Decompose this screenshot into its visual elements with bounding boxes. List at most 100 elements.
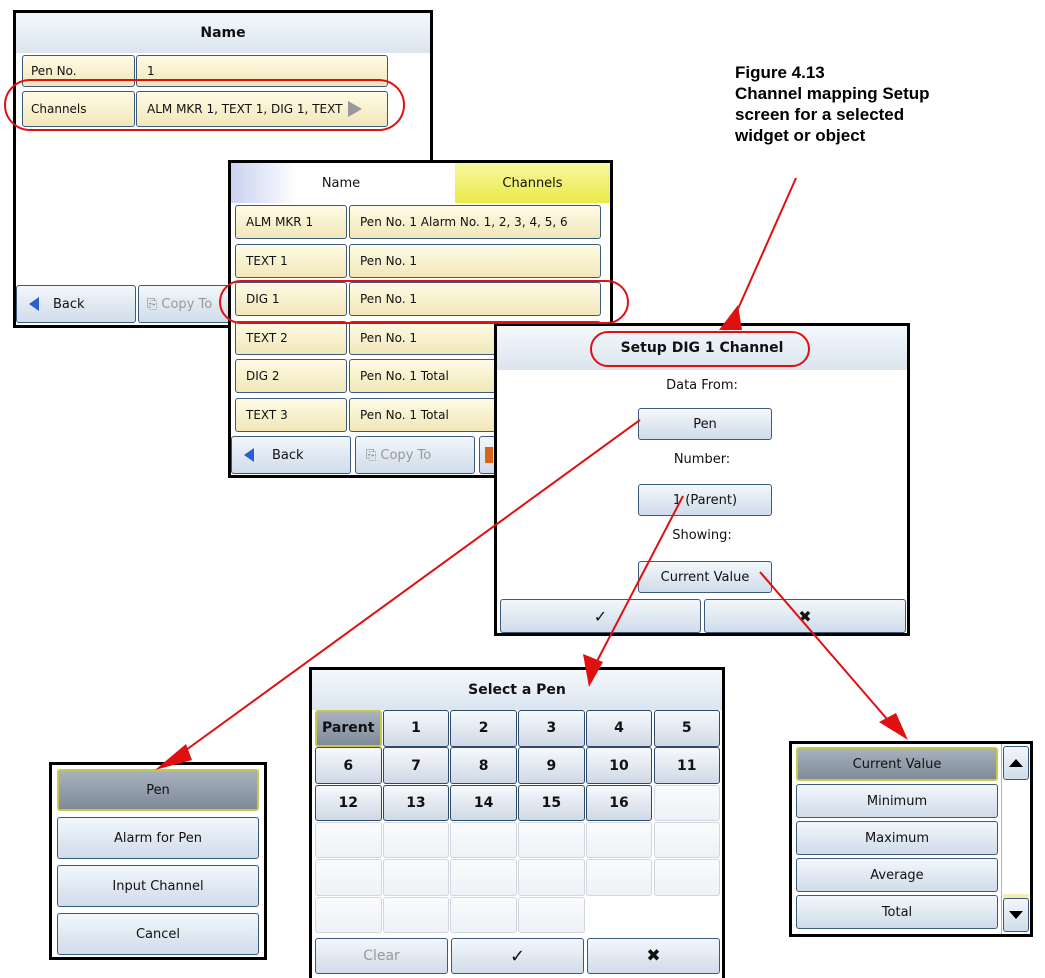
pen-key[interactable]: 13 <box>382 784 450 822</box>
pen-key[interactable]: 7 <box>382 747 450 784</box>
pen-key[interactable]: 5 <box>653 710 720 747</box>
source-option[interactable]: Alarm for Pen <box>57 817 259 859</box>
showing-option-label: Average <box>870 867 924 883</box>
source-option[interactable]: Input Channel <box>57 865 259 907</box>
pen-key[interactable]: 16 <box>585 784 653 822</box>
pen-key[interactable]: 9 <box>518 747 585 784</box>
pen-key[interactable]: 8 <box>450 747 517 784</box>
breadcrumb: Name Channels <box>231 163 610 203</box>
pen-key-label: 16 <box>609 794 629 811</box>
pen-key[interactable]: 2 <box>450 710 517 747</box>
channel-row-value-button[interactable]: Pen No. 1 <box>349 243 601 278</box>
channel-row-label: TEXT 2 <box>235 320 347 355</box>
pen-key-label: 9 <box>546 757 557 774</box>
pen-key[interactable]: 15 <box>518 784 585 822</box>
setup-ok-button[interactable]: ✓ <box>500 599 701 633</box>
pen-key[interactable]: 3 <box>518 710 585 747</box>
empty-key-slot <box>653 859 720 896</box>
pen-key-label: 3 <box>546 720 557 737</box>
channel-label-text: TEXT 2 <box>246 330 288 345</box>
pen-key[interactable]: 12 <box>315 784 382 822</box>
pen-key[interactable]: Parent <box>315 710 382 747</box>
highlight-dig1-row <box>219 280 629 324</box>
pen-cancel-button[interactable]: ✖ <box>587 938 720 974</box>
copy-to-label: Copy To <box>380 447 432 463</box>
data-from-button[interactable]: Pen <box>638 408 772 440</box>
showing-option[interactable]: Average <box>796 858 998 892</box>
showing-button[interactable]: Current Value <box>638 561 772 593</box>
channel-row-value-button[interactable]: Pen No. 1 Alarm No. 1, 2, 3, 4, 5, 6 <box>349 205 601 239</box>
showing-option-label: Maximum <box>864 830 930 846</box>
copy-icon: ⎘ <box>147 296 158 312</box>
checkmark-icon: ✓ <box>593 606 608 626</box>
breadcrumb-name[interactable]: Name <box>231 163 451 203</box>
channel-value-text: Pen No. 1 Total <box>360 369 449 383</box>
empty-key-slot <box>450 859 517 896</box>
arrow-up-icon <box>1009 759 1023 767</box>
breadcrumb-channels[interactable]: Channels <box>455 163 610 203</box>
breadcrumb-name-label: Name <box>321 175 361 191</box>
pen-key[interactable]: 11 <box>653 747 720 784</box>
pen-key-label: 8 <box>478 757 489 774</box>
caption-line-1: Figure 4.13 <box>735 63 825 82</box>
name-back-button[interactable]: Back <box>16 285 136 323</box>
showing-option[interactable]: Current Value <box>796 747 998 781</box>
showing-label: Showing: <box>672 528 732 543</box>
pen-key[interactable]: 10 <box>585 747 653 784</box>
pen-key[interactable]: 14 <box>450 784 517 822</box>
setup-cancel-button[interactable]: ✖ <box>704 599 906 633</box>
source-option[interactable]: Pen <box>57 769 259 811</box>
channel-label-text: TEXT 3 <box>246 407 288 422</box>
scroll-down-button[interactable] <box>1003 898 1029 932</box>
copy-to-label: Copy To <box>161 296 213 312</box>
channels-copy-to-button[interactable]: ⎘ Copy To <box>355 436 475 474</box>
number-button[interactable]: 1 (Parent) <box>638 484 772 516</box>
empty-key-slot <box>653 784 720 822</box>
breadcrumb-separator-icon <box>439 163 455 203</box>
pen-key[interactable]: 6 <box>315 747 382 784</box>
highlight-setup-title <box>590 331 810 367</box>
channel-row-label: TEXT 3 <box>235 397 347 432</box>
select-pen-header: Select a Pen <box>312 670 722 710</box>
pen-key[interactable]: 4 <box>585 710 653 747</box>
source-option[interactable]: Cancel <box>57 913 259 955</box>
figure-caption: Figure 4.13 Channel mapping Setup screen… <box>735 62 930 146</box>
empty-key-slot <box>382 821 450 859</box>
empty-key-slot <box>518 896 585 933</box>
channel-label-text: TEXT 1 <box>246 253 288 268</box>
pen-key-label: 13 <box>406 794 426 811</box>
pen-key-label: 1 <box>411 720 421 737</box>
channel-value-text: Pen No. 1 Total <box>360 407 449 422</box>
pen-key-label: 14 <box>473 794 494 811</box>
empty-key-slot <box>585 821 653 859</box>
select-pen-dialog: Select a Pen Parent 1 2 3 4 5 6 7 8 9 10 11 12 13 14 15… <box>309 667 725 978</box>
channel-value-text: Pen No. 1 Alarm No. 1, 2, 3, 4, 5, 6 <box>360 215 568 229</box>
empty-key-slot <box>450 896 517 933</box>
showing-option[interactable]: Minimum <box>796 784 998 818</box>
channel-value-text: Pen No. 1 <box>360 330 417 345</box>
empty-key-slot <box>315 859 382 896</box>
pen-no-value-text: 1 <box>147 64 155 78</box>
empty-key-slot <box>518 859 585 896</box>
pen-ok-button[interactable]: ✓ <box>451 938 584 974</box>
source-option-label: Input Channel <box>112 878 204 894</box>
channel-label-text: DIG 2 <box>246 369 280 383</box>
number-value: 1 (Parent) <box>672 492 738 508</box>
pen-no-label-text: Pen No. <box>31 64 77 78</box>
empty-key-slot <box>315 821 382 859</box>
channel-value-text: Pen No. 1 <box>360 253 417 268</box>
back-label: Back <box>53 296 85 312</box>
clear-button[interactable]: Clear <box>315 938 448 974</box>
showing-option[interactable]: Maximum <box>796 821 998 855</box>
showing-option[interactable]: Total <box>796 895 998 929</box>
back-arrow-icon <box>244 448 254 462</box>
scrollbar[interactable] <box>1001 744 1030 934</box>
pen-key[interactable]: 1 <box>382 710 450 747</box>
channels-back-button[interactable]: Back <box>231 436 351 474</box>
empty-key-slot <box>382 859 450 896</box>
checkmark-icon: ✓ <box>509 945 526 967</box>
scroll-up-button[interactable] <box>1003 746 1029 780</box>
data-from-value: Pen <box>693 416 717 432</box>
empty-key-slot <box>518 821 585 859</box>
pen-key-label: 11 <box>677 757 697 774</box>
